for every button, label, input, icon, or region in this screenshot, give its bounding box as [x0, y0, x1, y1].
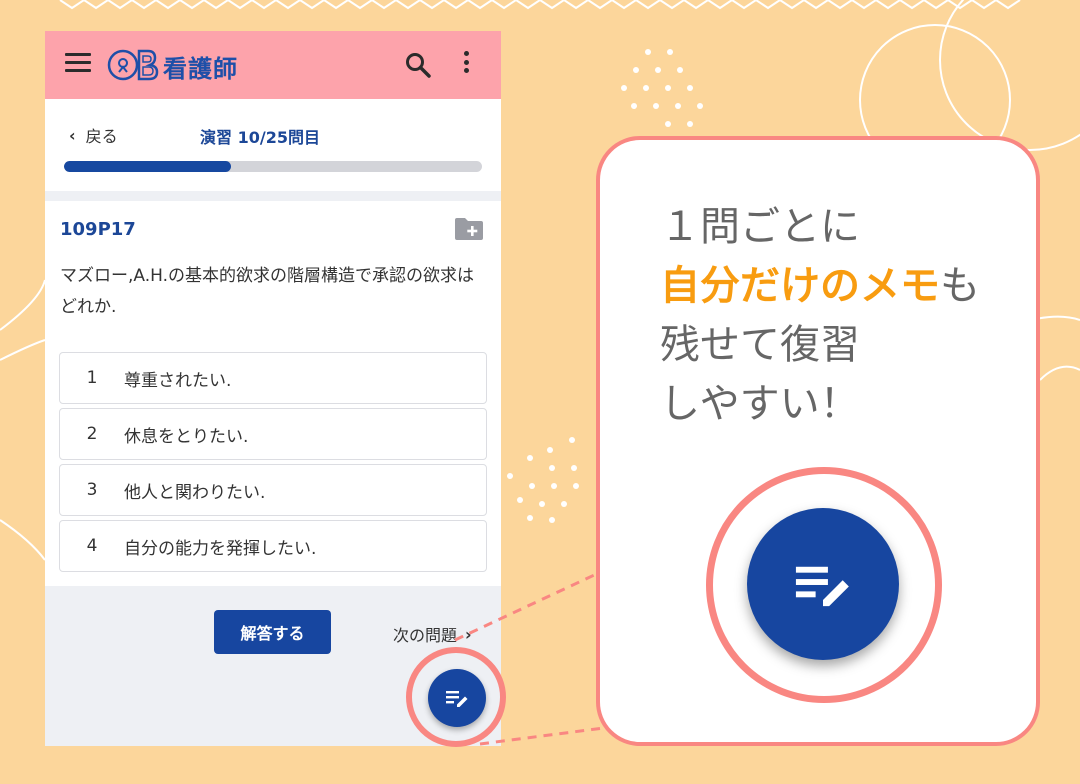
question-text: マズロー,A.H.の基本的欲求の階層構造で承認の欲求はどれか.	[60, 266, 475, 317]
choice-number: 3	[86, 480, 98, 500]
choice-label: 他人と関わりたい.	[124, 482, 266, 503]
memo-edit-icon	[446, 691, 468, 707]
choice-label: 休息をとりたい.	[124, 426, 249, 447]
progress-bar-fill	[64, 161, 232, 172]
folder-add-icon[interactable]	[454, 217, 484, 241]
choice-number: 1	[86, 368, 98, 388]
choice-label: 尊重されたい.	[124, 370, 232, 391]
chevron-left-icon: ‹	[69, 125, 76, 145]
callout-line-4: しやすい！	[660, 381, 860, 427]
app-logo	[107, 49, 159, 81]
answer-button[interactable]: 解答する	[214, 610, 331, 654]
choice-label: 自分の能力を発揮したい.	[124, 538, 317, 559]
memo-fab[interactable]	[428, 669, 486, 727]
next-question-label: 次の問題	[393, 626, 458, 645]
next-question-link[interactable]: 次の問題 ›	[393, 622, 472, 646]
question-id: 109P17	[60, 219, 136, 240]
callout-line-1: １問ごとに	[660, 204, 860, 250]
back-button[interactable]: ‹ 戻る	[69, 123, 118, 147]
exercise-progress-title: 演習 10/25問目	[200, 128, 320, 147]
callout-line-3: 残せて復習	[660, 322, 860, 368]
more-vert-icon[interactable]	[460, 51, 472, 79]
exercise-nav: ‹ 戻る 演習 10/25問目	[45, 99, 501, 191]
question-card: 109P17 マズロー,A.H.の基本的欲求の階層構造で承認の欲求はどれか. 1…	[45, 201, 501, 586]
callout-line-2: 自分だけのメモも	[660, 257, 980, 316]
callout-message: １問ごとに 自分だけのメモも 残せて復習 しやすい！	[660, 198, 980, 434]
choice-number: 4	[86, 536, 98, 556]
memo-fab-zoomed	[747, 508, 899, 660]
memo-edit-icon	[795, 566, 849, 607]
phone-screen: 看護師 ‹ 戻る 演習 10/25問目 109P17 マズロー,A.H.の基本的…	[45, 31, 501, 746]
callout-line-2-suffix: も	[940, 263, 980, 309]
choice-3[interactable]: 3 他人と関わりたい.	[59, 464, 487, 516]
progress-bar	[64, 161, 482, 172]
choice-2[interactable]: 2 休息をとりたい.	[59, 408, 487, 460]
app-title: 看護師	[163, 55, 238, 83]
app-bar: 看護師	[45, 31, 501, 99]
choice-1[interactable]: 1 尊重されたい.	[59, 352, 487, 404]
choice-4[interactable]: 4 自分の能力を発揮したい.	[59, 520, 487, 572]
back-label: 戻る	[85, 127, 118, 146]
search-icon[interactable]	[404, 51, 432, 79]
choice-number: 2	[86, 424, 98, 444]
callout-highlight: 自分だけのメモ	[660, 263, 940, 309]
chevron-right-icon: ›	[465, 624, 472, 644]
menu-icon[interactable]	[65, 53, 91, 77]
